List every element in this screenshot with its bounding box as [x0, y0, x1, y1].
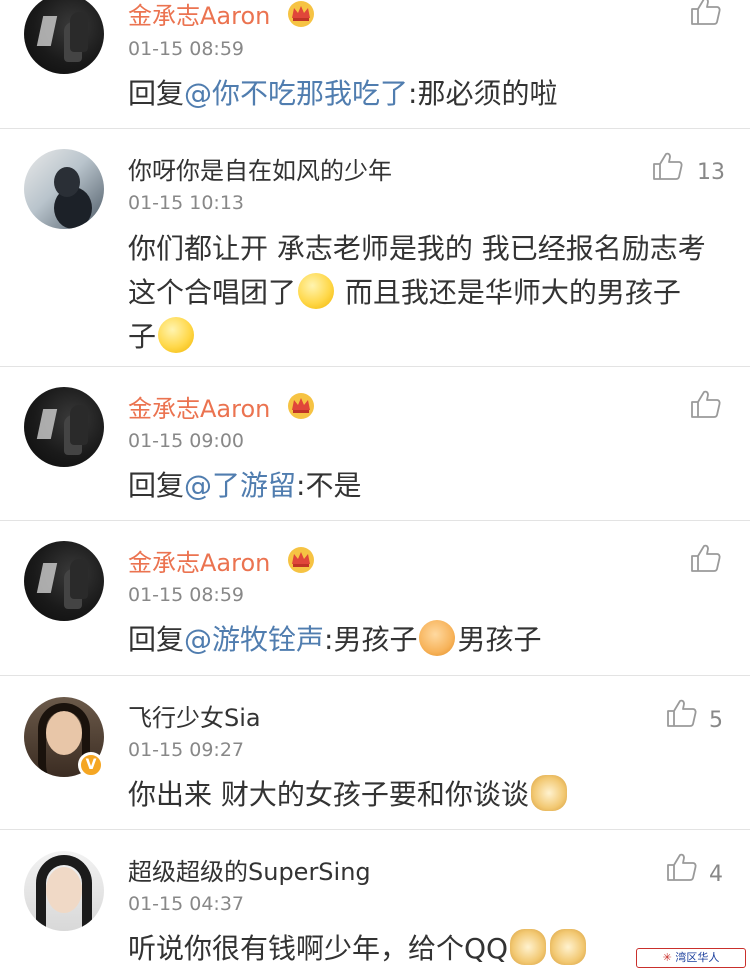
star-icon: ✳: [662, 951, 672, 964]
avatar[interactable]: [24, 0, 104, 74]
verified-badge-icon: V: [78, 752, 104, 778]
like-button[interactable]: [666, 698, 698, 728]
comment-text: 你们都让开 承志老师是我的 我已经报名励志考这个合唱团了 而且我还是华师大的男孩…: [128, 232, 706, 353]
reply-prefix: 回复: [128, 77, 185, 110]
comment-time: 01-15 08:59: [128, 584, 245, 606]
like-count: 5: [709, 708, 723, 733]
comment-time: 01-15 08:59: [128, 38, 245, 60]
commenter-name[interactable]: 飞行少女Sia: [128, 698, 261, 733]
reply-text: :男孩子: [324, 623, 418, 656]
doge-emoji-icon: [530, 775, 567, 811]
watermark-logo: ✳ 湾区华人: [636, 948, 746, 968]
thumb-up-icon: [653, 152, 683, 180]
reply-text: :不是: [296, 469, 362, 502]
mention-link[interactable]: @游牧铨声: [184, 623, 324, 656]
commenter-name[interactable]: 你呀你是自在如风的少年: [128, 151, 392, 186]
reply-prefix: 回复: [128, 469, 185, 502]
like-count: 4: [709, 862, 723, 887]
comment-time: 01-15 10:13: [128, 192, 245, 214]
comment-text: 回复@游牧铨声:男孩子 男孩子: [128, 618, 728, 662]
thumb-up-icon: [691, 390, 721, 418]
boy-emoji-icon: [419, 620, 456, 656]
watermark-text: 湾区华人: [675, 951, 720, 964]
comment-item: 金承志Aaron 01-15 09:00 回复@了游留:不是: [0, 367, 750, 520]
commenter-name[interactable]: 金承志Aaron: [128, 389, 270, 424]
thumb-up-icon: [667, 853, 697, 881]
comment-item: V 飞行少女Sia 01-15 09:27 你出来 财大的女孩子要和你谈谈 5: [0, 676, 750, 829]
mention-link[interactable]: @了游留: [184, 469, 296, 502]
mention-link[interactable]: @你不吃那我吃了: [184, 77, 408, 110]
avatar[interactable]: [24, 851, 104, 931]
thumb-up-icon: [691, 0, 721, 25]
thumb-up-icon: [667, 699, 697, 727]
like-button[interactable]: [652, 151, 684, 181]
comment-item: 金承志Aaron 01-15 08:59 回复@游牧铨声:男孩子 男孩子: [0, 521, 750, 675]
doge-emoji-icon: [550, 929, 587, 965]
avatar[interactable]: [24, 387, 104, 467]
thinking-emoji-icon: [298, 273, 335, 309]
comment-text: 回复@了游留:不是: [128, 464, 728, 508]
comment-item: 你呀你是自在如风的少年 01-15 10:13 你们都让开 承志老师是我的 我已…: [0, 129, 750, 366]
like-button[interactable]: [690, 389, 722, 419]
comment-text: 回复@你不吃那我吃了:那必须的啦: [128, 72, 728, 116]
avatar[interactable]: [24, 541, 104, 621]
comment-item: 金承志Aaron 01-15 08:59 回复@你不吃那我吃了:那必须的啦: [0, 0, 750, 128]
crown-icon: [288, 1, 314, 27]
reply-prefix: 回复: [128, 623, 185, 656]
like-count: 13: [697, 160, 725, 185]
commenter-name[interactable]: 金承志Aaron: [128, 543, 270, 578]
like-button[interactable]: [666, 852, 698, 882]
wrapped-text: 子: [128, 320, 157, 353]
comment-text: 你出来 财大的女孩子要和你谈谈: [128, 773, 728, 817]
thumb-up-icon: [691, 544, 721, 572]
like-button[interactable]: [690, 543, 722, 573]
crown-icon: [288, 393, 314, 419]
like-button[interactable]: [690, 0, 722, 26]
reply-text: :那必须的啦: [408, 77, 558, 110]
thinking-emoji-icon: [158, 317, 195, 353]
comment-time: 01-15 09:00: [128, 430, 245, 452]
reply-text-after: 男孩子: [457, 623, 542, 656]
avatar[interactable]: [24, 149, 104, 229]
commenter-name[interactable]: 金承志Aaron: [128, 0, 270, 31]
doge-emoji-icon: [510, 929, 547, 965]
comment-time: 01-15 09:27: [128, 739, 245, 761]
commenter-name[interactable]: 超级超级的SuperSing: [128, 852, 371, 887]
comment-time: 01-15 04:37: [128, 893, 245, 915]
crown-icon: [288, 547, 314, 573]
